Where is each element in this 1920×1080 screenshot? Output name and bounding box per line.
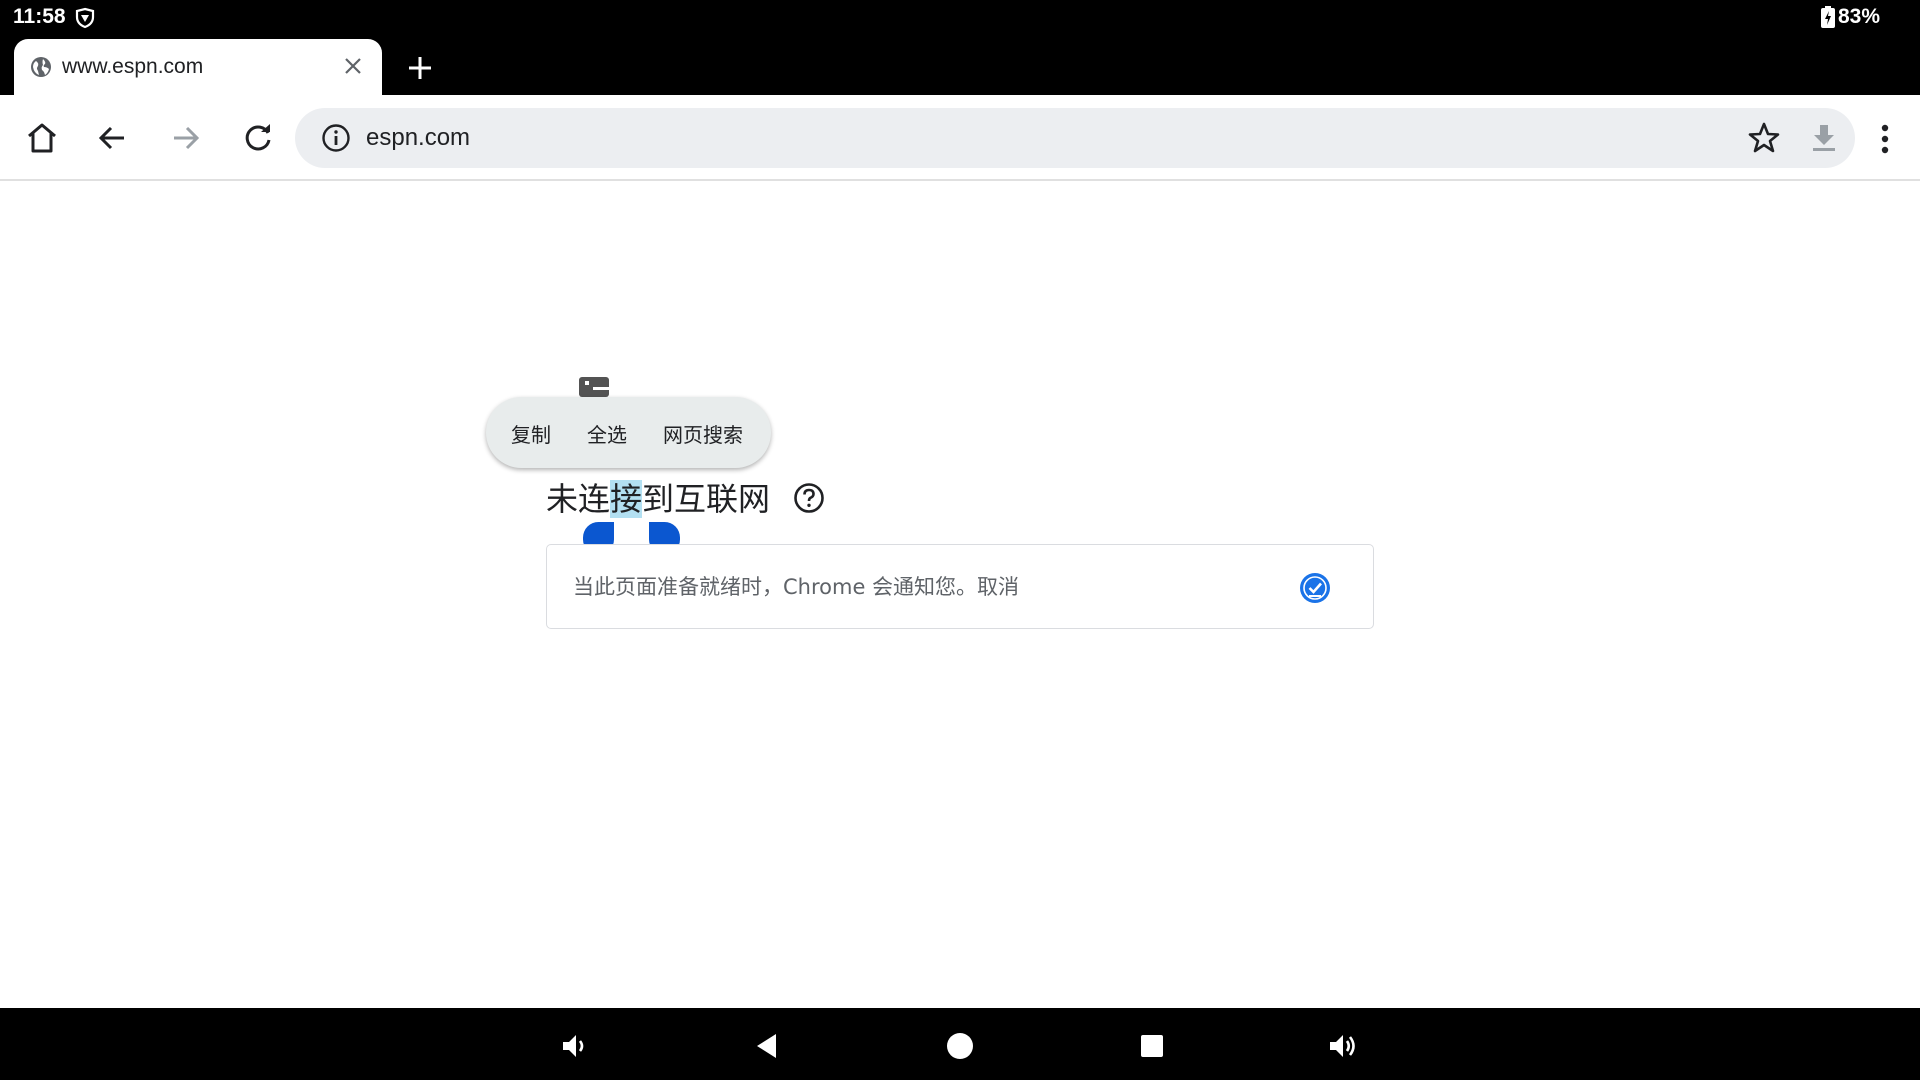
toolbar: espn.com [0,95,1920,181]
text-selection-menu: 复制 全选 网页搜索 [486,397,771,468]
select-all-menu-item[interactable]: 全选 [587,419,627,448]
status-time: 11:58 [13,5,66,28]
reload-icon[interactable] [241,121,275,155]
back-arrow-icon[interactable] [96,121,130,155]
status-bar: 11:58 83% [0,0,1920,36]
heading-text-after: 到互联网 [642,480,771,518]
navigation-bar [0,1008,1920,1080]
tab-title: www.espn.com [62,55,204,78]
tab-strip: www.espn.com [0,36,1920,95]
url-text[interactable]: espn.com [366,124,470,152]
close-icon[interactable] [342,55,364,77]
volume-up-icon[interactable] [1327,1030,1359,1062]
plus-icon[interactable] [406,54,434,82]
help-icon[interactable] [793,482,825,514]
star-icon[interactable] [1747,121,1781,155]
vpn-key-icon [75,7,95,29]
nav-back-icon[interactable] [752,1030,784,1062]
error-page: 复制 全选 网页搜索 未连接到互联网 当此页面准备就绪时，Chrome 会通知您… [0,181,1920,1008]
copy-menu-item[interactable]: 复制 [511,419,551,448]
notify-box[interactable]: 当此页面准备就绪时，Chrome 会通知您。取消 [546,544,1374,629]
heading-text-before: 未连 [546,480,611,518]
globe-icon [31,57,51,77]
info-icon[interactable] [321,123,351,153]
nav-recents-icon[interactable] [1136,1030,1168,1062]
volume-down-icon[interactable] [559,1030,591,1062]
forward-arrow-icon[interactable] [168,121,202,155]
dino-icon [579,377,609,397]
download-icon[interactable] [1807,121,1841,155]
battery-percentage: 83% [1838,5,1881,28]
web-search-menu-item[interactable]: 网页搜索 [663,419,743,448]
selected-text: 接 [610,480,643,518]
more-vert-icon[interactable] [1870,122,1900,156]
battery-icon [1821,6,1835,28]
notify-text: 当此页面准备就绪时，Chrome 会通知您。取消 [573,575,1020,599]
error-heading: 未连接到互联网 [546,477,770,521]
home-icon[interactable] [25,121,59,155]
tab-espn[interactable]: www.espn.com [14,39,382,95]
check-circle-icon[interactable] [1299,572,1331,604]
omnibox[interactable]: espn.com [295,108,1855,168]
nav-home-icon[interactable] [944,1030,976,1062]
